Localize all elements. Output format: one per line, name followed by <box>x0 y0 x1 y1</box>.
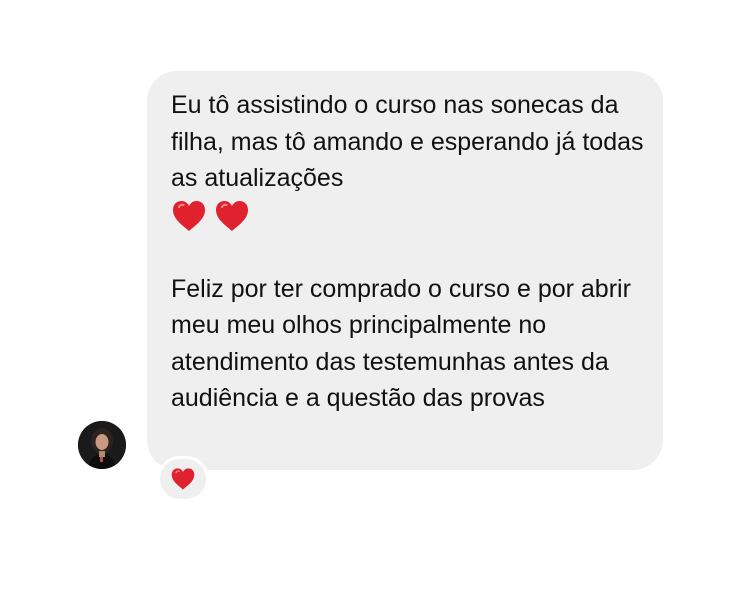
emoji-line <box>171 197 651 235</box>
red-heart-icon <box>215 200 248 231</box>
profile-photo <box>78 421 126 469</box>
message-bubble[interactable]: Eu tô assistindo o curso nas sonecas da … <box>147 71 663 470</box>
message-paragraph-1: Eu tô assistindo o curso nas sonecas da … <box>171 91 644 192</box>
message-paragraph-2: Feliz por ter comprado o curso e por abr… <box>171 274 631 413</box>
sender-avatar[interactable] <box>78 421 126 469</box>
red-heart-icon <box>171 468 195 490</box>
red-heart-icon <box>173 200 205 231</box>
message-text: Eu tô assistindo o curso nas sonecas da … <box>171 87 651 417</box>
reaction-badge[interactable] <box>157 456 209 502</box>
